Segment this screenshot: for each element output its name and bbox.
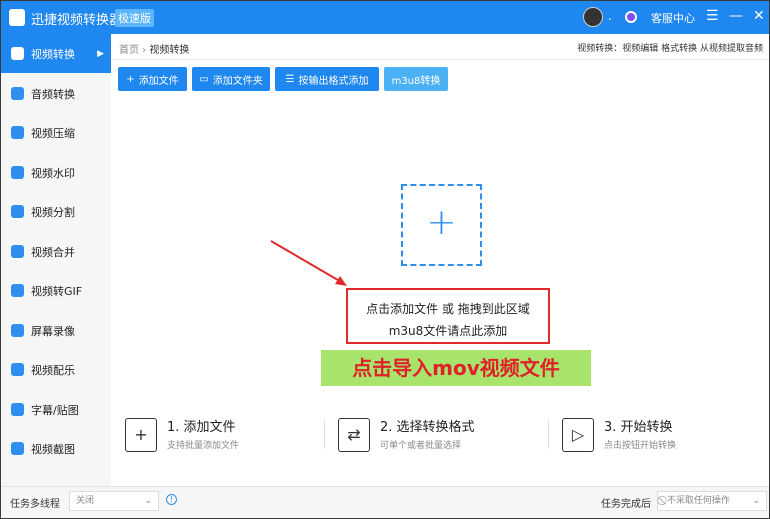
sidebar-item-watermark[interactable]: 视频水印 bbox=[1, 153, 111, 192]
drop-instructions[interactable]: 点击添加文件 或 拖拽到此区域 m3u8文件请点此添加 bbox=[346, 288, 550, 344]
title-bar: 迅捷视频转换器 极速版 . 客服中心 ☰ — ✕ bbox=[1, 1, 769, 34]
annotation-arrow-icon bbox=[270, 240, 347, 286]
multithread-select[interactable]: 关闭 ⌄ bbox=[69, 491, 159, 511]
record-icon bbox=[11, 324, 24, 337]
after-complete-select[interactable]: ⃠ 不采取任何操作 ⌄ bbox=[657, 491, 767, 511]
sidebar-item-label: 视频分割 bbox=[31, 205, 75, 219]
step-title: 1. 添加文件 bbox=[167, 420, 236, 435]
add-file-icon: + bbox=[125, 418, 157, 452]
add-by-format-label: 按输出格式添加 bbox=[298, 75, 369, 87]
close-button[interactable]: ✕ bbox=[753, 8, 765, 24]
app-window: 迅捷视频转换器 极速版 . 客服中心 ☰ — ✕ 视频转换 ▶ 音频转换 视频压缩… bbox=[1, 1, 769, 518]
add-by-format-button[interactable]: ☰ 按输出格式添加 bbox=[275, 67, 379, 91]
sidebar-item-screenshot[interactable]: 视频截图 bbox=[1, 429, 111, 468]
divider bbox=[111, 59, 769, 60]
sidebar-item-label: 屏幕录像 bbox=[31, 324, 75, 338]
avatar-dot: . bbox=[608, 9, 612, 23]
convert-icon: ⇄ bbox=[338, 418, 370, 452]
sidebar-item-label: 音频转换 bbox=[31, 87, 75, 101]
split-icon bbox=[11, 205, 24, 218]
add-folder-button[interactable]: ▭ 添加文件夹 bbox=[192, 67, 270, 91]
plus-icon: + bbox=[426, 202, 457, 243]
clapper-icon: ▷ bbox=[562, 418, 594, 452]
breadcrumb-current: 视频转换 bbox=[149, 45, 190, 56]
add-folder-label: 添加文件夹 bbox=[212, 75, 263, 87]
video-icon bbox=[11, 47, 24, 60]
step-title: 3. 开始转换 bbox=[604, 420, 673, 435]
step-select-format: ⇄ 2. 选择转换格式可单个或者批量选择 bbox=[338, 416, 528, 456]
chevron-right-icon: ▶ bbox=[97, 48, 104, 59]
bottom-bar: 任务多线程 关闭 ⌄ ! 任务完成后 ⃠ 不采取任何操作 ⌄ bbox=[1, 486, 769, 518]
sidebar-item-subtitle[interactable]: 字幕/贴图 bbox=[1, 390, 111, 429]
m3u8-label: m3u8转换 bbox=[391, 75, 441, 87]
plus-icon: + bbox=[126, 73, 135, 85]
subtitle-icon bbox=[11, 403, 24, 416]
sidebar-item-label: 视频压缩 bbox=[31, 126, 75, 140]
step-title: 2. 选择转换格式 bbox=[380, 420, 475, 435]
after-complete-value: ⃠ 不采取任何操作 bbox=[664, 496, 730, 506]
step-start-convert: ▷ 3. 开始转换点击按钮开始转换 bbox=[562, 416, 752, 456]
audio-icon bbox=[11, 87, 24, 100]
compress-icon bbox=[11, 126, 24, 139]
sidebar: 视频转换 ▶ 音频转换 视频压缩 视频水印 视频分割 视频合并 视频转GIF 屏幕… bbox=[1, 34, 111, 486]
music-icon bbox=[11, 363, 24, 376]
after-complete-label: 任务完成后 bbox=[601, 499, 651, 510]
list-icon: ☰ bbox=[285, 73, 295, 85]
sidebar-item-label: 视频转GIF bbox=[31, 284, 83, 298]
sidebar-item-label: 视频转换 bbox=[31, 47, 75, 61]
sidebar-item-gif[interactable]: 视频转GIF bbox=[1, 271, 111, 310]
breadcrumb: 首页 › 视频转换 bbox=[119, 41, 189, 56]
add-file-label: 添加文件 bbox=[138, 75, 179, 87]
feature-links[interactable]: 视频转换：视频编辑 格式转换 从视频提取音频 bbox=[577, 41, 763, 54]
sidebar-item-compress[interactable]: 视频压缩 bbox=[1, 113, 111, 152]
drop-text: 点击添加文件 或 拖拽到此区域 bbox=[366, 302, 530, 316]
step-subtitle: 点击按钮开始转换 bbox=[604, 441, 677, 451]
merge-icon bbox=[11, 245, 24, 258]
app-name: 迅捷视频转换器 bbox=[31, 13, 123, 28]
sidebar-item-label: 视频配乐 bbox=[31, 363, 75, 377]
watermark-icon bbox=[11, 166, 24, 179]
annotation-banner: 点击导入mov视频文件 bbox=[321, 350, 591, 386]
chevron-down-icon: ⌄ bbox=[144, 496, 152, 506]
m3u8-link[interactable]: m3u8文件请点此添加 bbox=[348, 320, 548, 342]
divider bbox=[324, 421, 325, 449]
screenshot-icon bbox=[11, 442, 24, 455]
sidebar-item-label: 视频合并 bbox=[31, 245, 75, 259]
edition-badge: 极速版 bbox=[115, 9, 154, 27]
sidebar-item-label: 视频截图 bbox=[31, 442, 75, 456]
sidebar-item-music[interactable]: 视频配乐 bbox=[1, 350, 111, 389]
menu-icon[interactable]: ☰ bbox=[706, 8, 719, 24]
avatar[interactable] bbox=[583, 7, 603, 27]
sidebar-item-label: 视频水印 bbox=[31, 166, 75, 180]
gif-icon bbox=[11, 284, 24, 297]
sidebar-item-video-convert[interactable]: 视频转换 ▶ bbox=[1, 34, 111, 73]
vip-icon[interactable] bbox=[625, 11, 637, 23]
divider bbox=[548, 421, 549, 449]
sidebar-item-audio-convert[interactable]: 音频转换 bbox=[1, 74, 111, 113]
multithread-value: 关闭 bbox=[76, 496, 95, 506]
sidebar-item-split[interactable]: 视频分割 bbox=[1, 192, 111, 231]
breadcrumb-separator: › bbox=[139, 45, 150, 56]
folder-icon: ▭ bbox=[199, 73, 209, 85]
sidebar-item-merge[interactable]: 视频合并 bbox=[1, 232, 111, 271]
info-icon[interactable]: ! bbox=[166, 494, 177, 505]
step-subtitle: 可单个或者批量选择 bbox=[380, 441, 462, 451]
drop-zone[interactable]: + bbox=[401, 184, 482, 266]
customer-service-button[interactable]: 客服中心 bbox=[651, 10, 695, 26]
m3u8-button[interactable]: m3u8转换 bbox=[384, 67, 448, 91]
sidebar-item-screen-record[interactable]: 屏幕录像 bbox=[1, 311, 111, 350]
sidebar-item-label: 字幕/贴图 bbox=[31, 403, 79, 417]
add-file-button[interactable]: + 添加文件 bbox=[118, 67, 187, 91]
chevron-down-icon: ⌄ bbox=[752, 496, 760, 506]
step-subtitle: 支持批量添加文件 bbox=[167, 441, 240, 451]
step-add-file: +1. 添加文件支持批量添加文件 bbox=[125, 416, 315, 456]
breadcrumb-home[interactable]: 首页 bbox=[119, 45, 139, 56]
multithread-label: 任务多线程 bbox=[10, 499, 60, 510]
app-logo-icon bbox=[9, 9, 25, 26]
minimize-button[interactable]: — bbox=[729, 8, 743, 24]
